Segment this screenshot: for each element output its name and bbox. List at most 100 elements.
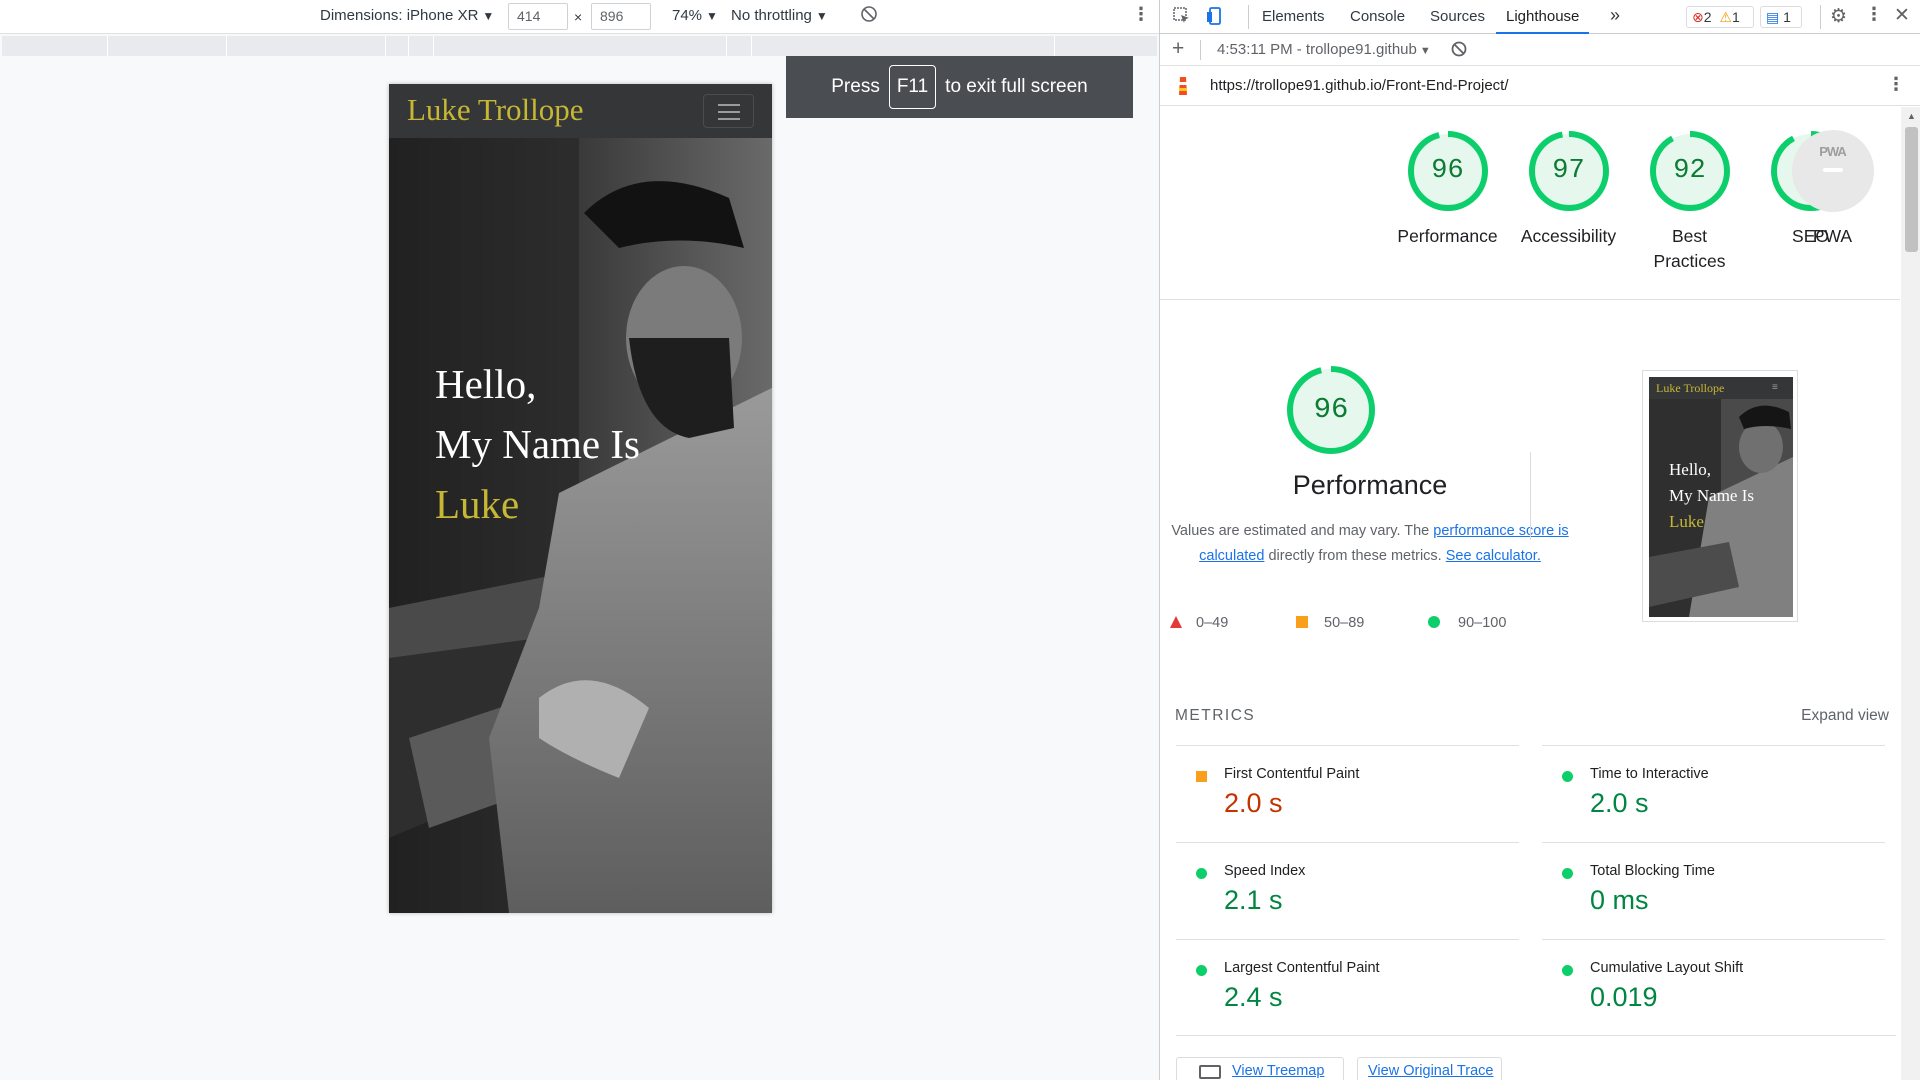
- view-treemap-button[interactable]: View Treemap: [1176, 1057, 1344, 1080]
- inspect-element-icon[interactable]: [1172, 6, 1192, 30]
- clear-reports-icon[interactable]: [1450, 40, 1468, 62]
- report-selector[interactable]: 4:53:11 PM - trollope91.github ▼: [1217, 41, 1431, 58]
- metric-label: Speed Index: [1224, 863, 1306, 879]
- metrics-header: METRICS Expand view: [1175, 707, 1891, 725]
- pass-circle-icon: [1562, 771, 1573, 782]
- square-icon: [1296, 616, 1308, 628]
- new-report-plus-icon[interactable]: +: [1172, 37, 1184, 61]
- legend-fail: 0–49: [1170, 615, 1228, 631]
- devtools-tabbar: Elements Console Sources Lighthouse » ⊗2…: [1160, 0, 1920, 34]
- times-symbol: ×: [574, 9, 583, 25]
- media-query-divider: [751, 36, 752, 56]
- metric-value: 0.019: [1590, 982, 1658, 1012]
- media-query-divider: [107, 36, 108, 56]
- metrics-divider: [1176, 1035, 1896, 1036]
- close-devtools-icon[interactable]: ✕: [1894, 4, 1910, 27]
- pwa-badge-text: PWA: [1819, 144, 1847, 159]
- performance-title: Performance: [1292, 470, 1448, 500]
- metric-value: 2.4 s: [1224, 982, 1283, 1012]
- score-value: 92: [1673, 156, 1706, 186]
- warning-count: 1: [1731, 9, 1740, 25]
- scrollbar-thumb[interactable]: [1905, 127, 1918, 252]
- media-query-bar[interactable]: [2, 36, 1157, 56]
- triangle-icon: [1170, 616, 1182, 628]
- zoom-label: 74%: [672, 7, 703, 24]
- hamburger-menu-icon[interactable]: [703, 94, 754, 128]
- hero-heading: Hello, My Name Is Luke: [435, 354, 640, 534]
- message-icon: ▤: [1766, 9, 1780, 25]
- device-height-input[interactable]: 896: [591, 3, 651, 30]
- metric-value: 2.0 s: [1224, 788, 1283, 818]
- pass-circle-icon: [1562, 965, 1573, 976]
- media-query-divider: [226, 36, 227, 56]
- gauge-best-practices[interactable]: 92 Best Practices: [1629, 130, 1750, 274]
- metric-total-blocking-time: Total Blocking Time 0 ms: [1542, 842, 1885, 940]
- view-original-trace-button[interactable]: View Original Trace: [1357, 1057, 1502, 1080]
- legend-average: 50–89: [1296, 615, 1364, 631]
- settings-gear-icon[interactable]: ⚙: [1830, 5, 1847, 28]
- legend-average-label: 50–89: [1324, 615, 1365, 631]
- metric-value: 2.1 s: [1224, 885, 1283, 915]
- metric-label: Total Blocking Time: [1590, 863, 1715, 879]
- tabbar-divider: [1248, 5, 1249, 29]
- metric-largest-contentful-paint: Largest Contentful Paint 2.4 s: [1176, 939, 1519, 1037]
- legend-pass-label: 90–100: [1458, 615, 1507, 631]
- issues-badge[interactable]: ⊗2 ⚠1: [1686, 6, 1754, 28]
- tab-lighthouse[interactable]: Lighthouse: [1496, 0, 1590, 34]
- zoom-selector[interactable]: 74% ▼: [672, 7, 718, 24]
- device-width-input[interactable]: 414: [508, 3, 568, 30]
- pwa-dash-icon: [1822, 168, 1843, 172]
- devtools-more-icon[interactable]: ⋮: [1865, 4, 1883, 25]
- media-query-divider: [385, 36, 386, 56]
- score-label: Accessibility: [1520, 226, 1617, 246]
- thumbnail-hero-line: Hello,: [1669, 460, 1712, 479]
- dropdown-triangle-icon: ▼: [706, 9, 718, 23]
- metric-label: Time to Interactive: [1590, 766, 1709, 782]
- metric-label: Largest Contentful Paint: [1224, 960, 1380, 976]
- section-divider: [1530, 452, 1531, 540]
- hero-name: Luke: [435, 481, 520, 527]
- gauge-performance[interactable]: 96 Performance: [1387, 130, 1508, 249]
- media-query-divider: [408, 36, 409, 56]
- thumbnail-hero-line: My Name Is: [1669, 486, 1754, 505]
- report-scrollbar[interactable]: ▲: [1901, 107, 1920, 1080]
- desc-text: directly from these metrics.: [1268, 548, 1442, 564]
- average-square-icon: [1196, 771, 1207, 782]
- fullscreen-key: F11: [888, 65, 937, 109]
- see-calculator-link[interactable]: See calculator.: [1446, 548, 1541, 564]
- performance-score: 96: [1313, 393, 1349, 426]
- site-brand[interactable]: Luke Trollope: [407, 92, 584, 128]
- dropdown-triangle-icon: ▼: [482, 9, 495, 23]
- gauge-pwa[interactable]: PWA PWA: [1772, 130, 1893, 249]
- more-tabs-icon[interactable]: »: [1610, 5, 1620, 26]
- circle-icon: [1428, 616, 1440, 628]
- throttling-label: No throttling: [731, 7, 812, 24]
- report-menu-icon[interactable]: ⋮: [1887, 74, 1905, 95]
- report-url[interactable]: https://trollope91.github.io/Front-End-P…: [1210, 77, 1509, 94]
- final-screenshot-thumbnail[interactable]: Luke Trollope ≡ Hello, My Name Is Luke: [1642, 370, 1798, 622]
- performance-section: 96 Performance Values are estimated and …: [1160, 300, 1900, 631]
- tab-elements[interactable]: Elements: [1262, 8, 1325, 25]
- site-navbar: Luke Trollope: [389, 84, 772, 138]
- hero-line-hello: Hello,: [435, 361, 537, 407]
- report-selector-label: 4:53:11 PM - trollope91.github: [1217, 41, 1417, 58]
- media-query-divider: [726, 36, 727, 56]
- device-selector[interactable]: Dimensions: iPhone XR ▼: [320, 7, 494, 24]
- tab-sources[interactable]: Sources: [1430, 8, 1485, 25]
- fullscreen-rest-text: to exit full screen: [945, 76, 1088, 97]
- tab-console[interactable]: Console: [1350, 8, 1405, 25]
- device-toolbar: Dimensions: iPhone XR ▼ 414 × 896 74% ▼ No…: [0, 0, 1159, 34]
- dropdown-triangle-icon: ▼: [815, 9, 828, 23]
- subbar-divider: [1200, 40, 1201, 60]
- gauge-accessibility[interactable]: 97 Accessibility: [1508, 130, 1629, 249]
- more-options-icon[interactable]: ⋮: [1132, 4, 1150, 25]
- rotate-icon[interactable]: [860, 5, 878, 27]
- desc-text: Values are estimated and may vary. The: [1171, 523, 1430, 539]
- device-toggle-icon[interactable]: [1205, 6, 1225, 30]
- expand-view-toggle[interactable]: Expand view: [1801, 707, 1889, 725]
- thumbnail-image: Luke Trollope ≡ Hello, My Name Is Luke: [1649, 377, 1793, 617]
- throttling-selector[interactable]: No throttling ▼: [731, 7, 828, 24]
- scroll-up-arrow-icon[interactable]: ▲: [1907, 111, 1916, 121]
- messages-badge[interactable]: ▤ 1: [1760, 6, 1802, 28]
- metric-value: 2.0 s: [1590, 788, 1649, 818]
